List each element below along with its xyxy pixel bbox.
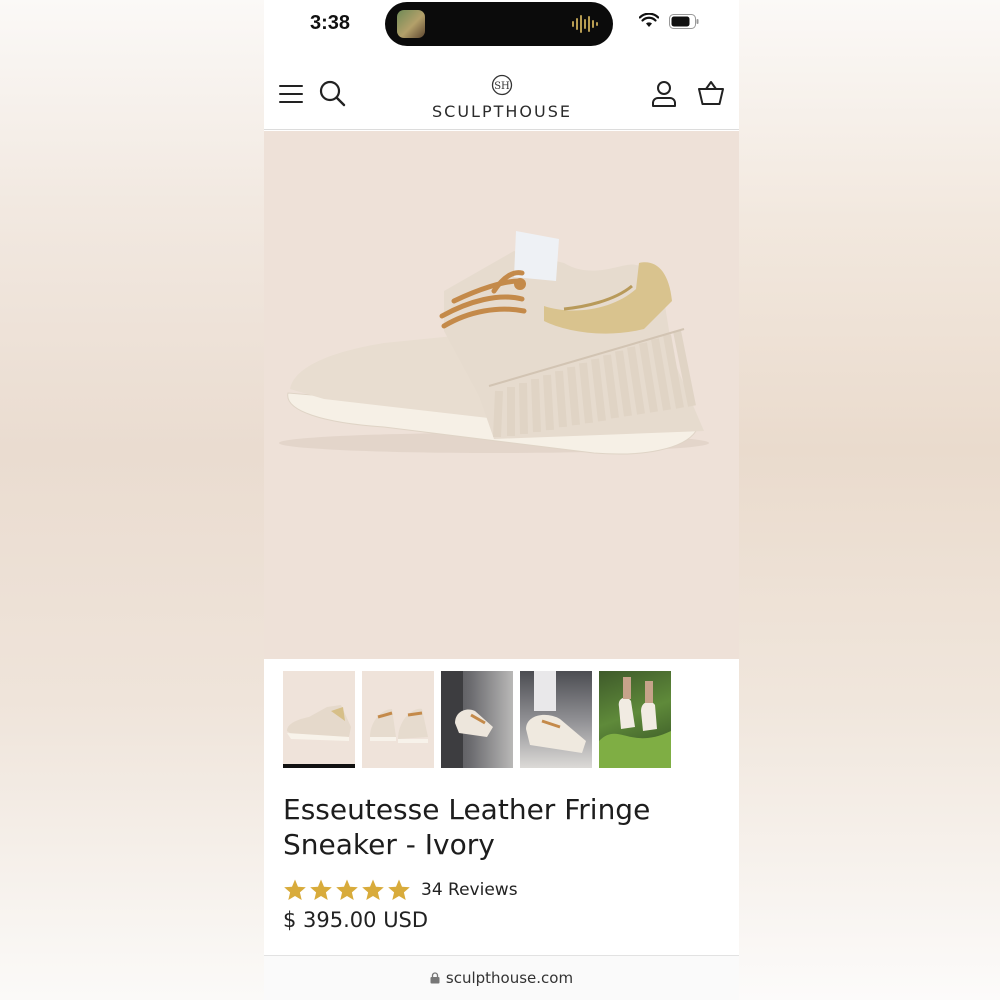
url-text: sculpthouse.com [445,969,574,987]
thumb-lifestyle-plants[interactable] [599,671,671,768]
thumb-sneaker-side-image [287,705,351,741]
hamburger-menu-icon[interactable] [278,80,306,108]
star-icon [388,879,410,900]
phone-screen: 3:38 SH SCULPTHOUSE Esseutesse Leather F… [264,0,739,1000]
background-blur-left [0,0,264,1000]
thumb-front-pair[interactable] [362,671,434,768]
wifi-icon [639,13,659,27]
thumb-lifestyle-plants-image [599,677,671,768]
product-price: $ 395.00 USD [283,908,429,932]
product-rating[interactable]: 34 Reviews [283,878,518,902]
lock-icon [430,972,440,984]
search-icon[interactable] [319,80,347,108]
thumb-lifestyle-door[interactable] [441,671,513,768]
product-hero-image[interactable] [264,131,739,659]
dynamic-island[interactable] [385,2,613,46]
sneaker-illustration [279,231,709,455]
status-time: 3:38 [310,12,351,34]
star-icon [362,879,384,900]
svg-text:SH: SH [494,81,510,92]
thumb-lifestyle-feet[interactable] [520,671,592,768]
brand-name: SCULPTHOUSE [432,102,572,121]
account-icon[interactable] [650,80,678,108]
product-title: Esseutesse Leather Fringe Sneaker - Ivor… [283,793,651,861]
now-playing-artwork [397,10,425,38]
thumbnail-strip [283,671,671,768]
star-rating [283,878,411,902]
thumb-lifestyle-feet-image [526,671,586,753]
reviews-link[interactable]: 34 Reviews [421,880,518,900]
audio-waveform-icon [572,15,598,33]
browser-url-bar[interactable]: sculpthouse.com [264,955,739,1000]
star-icon [310,879,332,900]
status-bar: 3:38 [264,0,739,50]
thumb-sneaker-pair-image [370,708,428,743]
site-header: SH SCULPTHOUSE [264,50,739,130]
sculpthouse-monogram-icon: SH [491,74,513,96]
brand-logo[interactable]: SH SCULPTHOUSE [422,74,582,121]
star-icon [284,879,306,900]
thumb-lifestyle-door-image [441,671,493,768]
background-blur-right [739,0,1000,1000]
star-icon [336,879,358,900]
battery-icon [669,13,699,29]
thumb-side-view[interactable] [283,671,355,768]
cart-basket-icon[interactable] [697,80,725,108]
